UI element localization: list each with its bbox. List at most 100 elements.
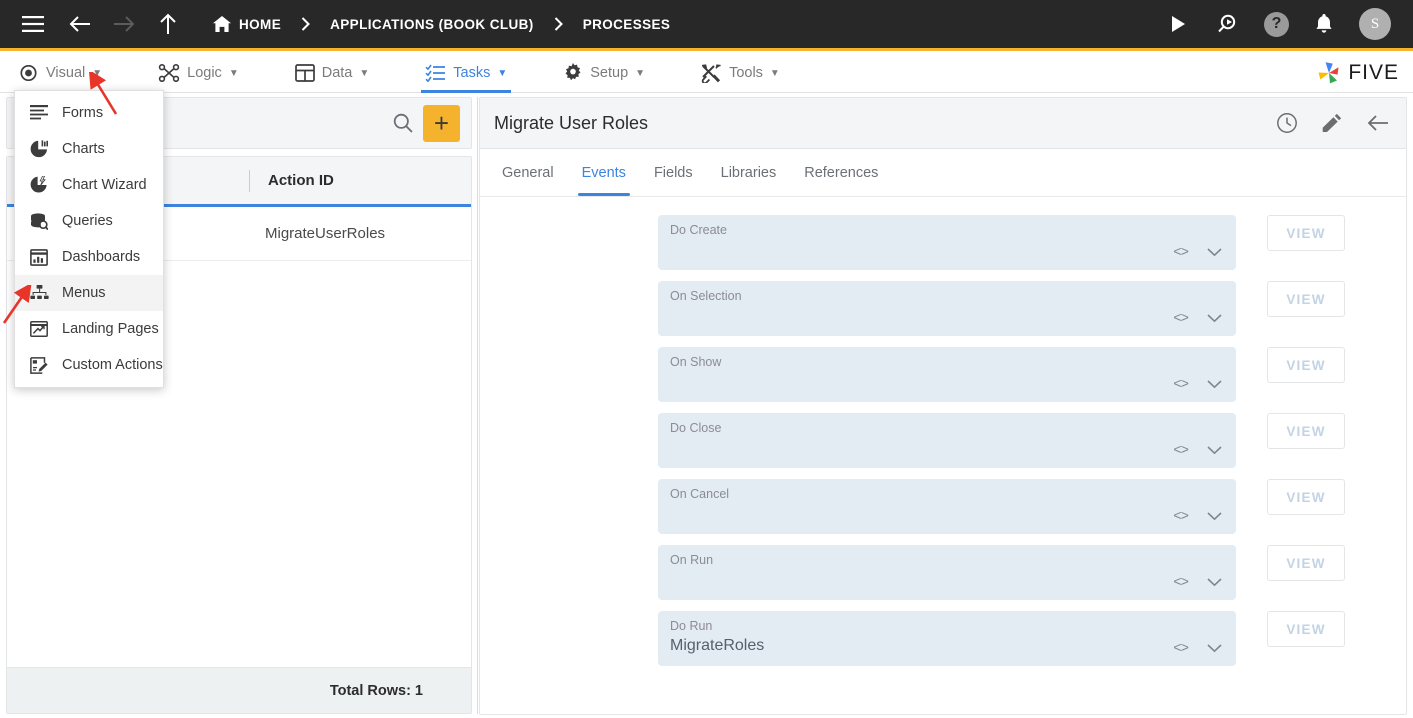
menu-item-tools[interactable]: Tools ▼ <box>685 54 796 93</box>
dropdown-item-charts[interactable]: Charts <box>15 131 163 167</box>
breadcrumb-applications[interactable]: APPLICATIONS (BOOK CLUB) <box>330 17 534 32</box>
breadcrumb-processes[interactable]: PROCESSES <box>583 17 671 32</box>
column-header-action-id[interactable]: Action ID <box>250 157 334 204</box>
menu-item-tasks-label: Tasks <box>453 65 491 81</box>
custom-action-icon <box>29 356 49 374</box>
forms-lines-icon <box>29 105 49 121</box>
landing-page-icon <box>29 321 49 337</box>
view-button-on-show[interactable]: VIEW <box>1267 347 1345 383</box>
breadcrumb-applications-label: APPLICATIONS (BOOK CLUB) <box>330 16 534 32</box>
chevron-down-icon[interactable] <box>1207 310 1222 328</box>
event-label: Do Close <box>670 421 722 435</box>
dropdown-item-label: Menus <box>62 285 106 301</box>
event-field-on-show[interactable]: On Show <> <box>658 347 1236 402</box>
code-brackets-icon[interactable]: <> <box>1173 509 1189 525</box>
edit-pencil-icon[interactable] <box>1322 113 1342 133</box>
event-controls: <> <box>1173 310 1222 328</box>
event-field-on-cancel[interactable]: On Cancel <> <box>658 479 1236 534</box>
search-inspect-icon[interactable] <box>1214 9 1244 39</box>
view-button-label: VIEW <box>1286 291 1326 307</box>
back-arrow-icon[interactable] <box>65 9 95 39</box>
dropdown-item-queries[interactable]: Queries <box>15 203 163 239</box>
user-avatar[interactable]: S <box>1359 8 1391 40</box>
history-clock-icon[interactable] <box>1276 112 1298 134</box>
home-icon <box>213 16 231 32</box>
view-button-on-run[interactable]: VIEW <box>1267 545 1345 581</box>
tab-libraries[interactable]: Libraries <box>707 149 791 196</box>
event-field-do-close[interactable]: Do Close <> <box>658 413 1236 468</box>
tab-general[interactable]: General <box>488 149 568 196</box>
event-field-on-run[interactable]: On Run <> <box>658 545 1236 600</box>
view-button-do-create[interactable]: VIEW <box>1267 215 1345 251</box>
database-search-icon <box>29 212 49 230</box>
event-field-do-create[interactable]: Do Create <> <box>658 215 1236 270</box>
forward-arrow-icon[interactable] <box>109 9 139 39</box>
add-record-button[interactable]: + <box>423 104 460 142</box>
detail-header: Migrate User Roles <box>480 98 1406 149</box>
dropdown-item-menus[interactable]: Menus <box>15 275 163 311</box>
code-brackets-icon[interactable]: <> <box>1173 575 1189 591</box>
dropdown-item-landing-pages[interactable]: Landing Pages <box>15 311 163 347</box>
chevron-down-icon[interactable] <box>1207 640 1222 658</box>
dropdown-item-custom-actions[interactable]: Custom Actions <box>15 347 163 383</box>
menu-item-visual[interactable]: Visual ▼ <box>0 54 118 93</box>
view-button-do-run[interactable]: VIEW <box>1267 611 1345 647</box>
event-row-do-create: Do Create <> VIEW <box>480 215 1406 270</box>
tab-fields[interactable]: Fields <box>640 149 707 196</box>
dropdown-item-label: Landing Pages <box>62 321 159 337</box>
event-label: On Cancel <box>670 487 730 501</box>
dropdown-item-dashboards[interactable]: Dashboards <box>15 239 163 275</box>
hamburger-menu-icon[interactable] <box>18 9 48 39</box>
event-field-on-selection[interactable]: On Selection <> <box>658 281 1236 336</box>
view-button-on-cancel[interactable]: VIEW <box>1267 479 1345 515</box>
checklist-icon <box>425 64 446 82</box>
run-play-icon[interactable] <box>1164 9 1194 39</box>
five-logo-icon <box>1316 60 1342 86</box>
tab-references[interactable]: References <box>790 149 892 196</box>
code-brackets-icon[interactable]: <> <box>1173 443 1189 459</box>
view-button-on-selection[interactable]: VIEW <box>1267 281 1345 317</box>
chevron-down-icon: ▼ <box>769 67 780 79</box>
panel-splitter[interactable] <box>477 97 478 714</box>
record-detail-panel: Migrate User Roles General Events Fields… <box>479 97 1407 715</box>
up-arrow-icon[interactable] <box>153 9 183 39</box>
grid-footer: Total Rows: 1 <box>7 667 471 713</box>
pie-chart-icon <box>29 140 49 158</box>
help-icon[interactable]: ? <box>1264 11 1289 37</box>
menu-item-tasks[interactable]: Tasks ▼ <box>409 54 523 93</box>
chevron-down-icon[interactable] <box>1207 508 1222 526</box>
notifications-bell-icon[interactable] <box>1309 9 1339 39</box>
menu-item-data[interactable]: Data ▼ <box>279 54 386 93</box>
dropdown-item-forms[interactable]: Forms <box>15 95 163 131</box>
search-icon[interactable] <box>393 113 413 133</box>
dropdown-item-chart-wizard[interactable]: Chart Wizard <box>15 167 163 203</box>
code-brackets-icon[interactable]: <> <box>1173 377 1189 393</box>
menu-item-setup[interactable]: Setup ▼ <box>547 54 661 93</box>
chevron-down-icon[interactable] <box>1207 376 1222 394</box>
view-button-do-close[interactable]: VIEW <box>1267 413 1345 449</box>
view-button-label: VIEW <box>1286 423 1326 439</box>
breadcrumb-home[interactable]: HOME <box>213 16 281 32</box>
event-controls: <> <box>1173 244 1222 262</box>
code-brackets-icon[interactable]: <> <box>1173 641 1189 657</box>
back-arrow-icon[interactable] <box>1366 113 1390 133</box>
dropdown-item-label: Chart Wizard <box>62 177 147 193</box>
menu-item-logic[interactable]: Logic ▼ <box>142 54 255 93</box>
tab-events[interactable]: Events <box>568 149 640 196</box>
menu-item-tools-label: Tools <box>729 65 763 81</box>
code-brackets-icon[interactable]: <> <box>1173 245 1189 261</box>
menu-item-logic-label: Logic <box>187 65 222 81</box>
event-field-do-run[interactable]: Do Run MigrateRoles <> <box>658 611 1236 666</box>
chevron-down-icon: ▼ <box>228 67 239 79</box>
menu-tree-icon <box>29 285 49 301</box>
event-controls: <> <box>1173 376 1222 394</box>
flow-nodes-icon <box>158 64 180 82</box>
chevron-down-icon[interactable] <box>1207 442 1222 460</box>
code-brackets-icon[interactable]: <> <box>1173 311 1189 327</box>
chevron-down-icon[interactable] <box>1207 244 1222 262</box>
module-menu-bar: Visual ▼ Logic ▼ Data ▼ Tasks ▼ Setup ▼ … <box>0 54 1413 93</box>
brand-word: FIVE <box>1348 61 1399 84</box>
event-row-on-show: On Show <> VIEW <box>480 347 1406 402</box>
detail-tabs: General Events Fields Libraries Referenc… <box>480 149 1406 197</box>
chevron-down-icon[interactable] <box>1207 574 1222 592</box>
